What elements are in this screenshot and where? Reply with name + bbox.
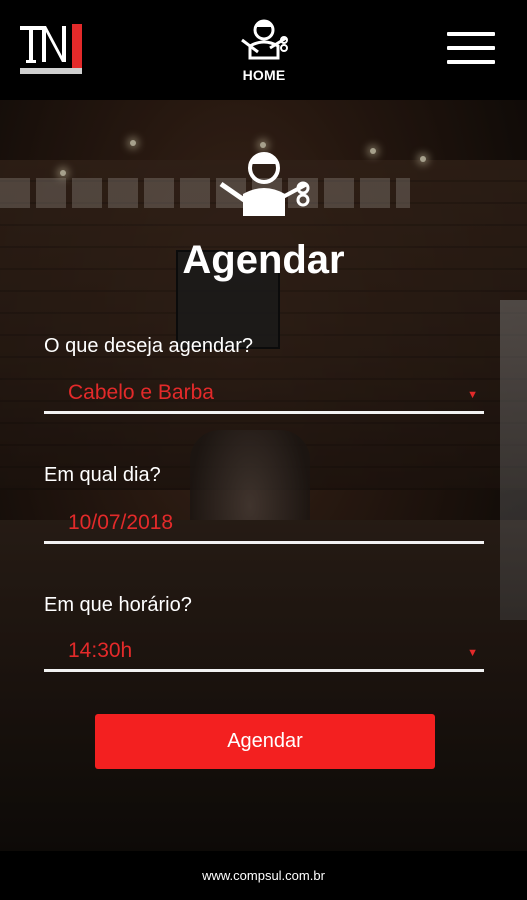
service-select[interactable]: Cabelo e Barba ▼ [44, 377, 484, 414]
home-button[interactable]: HOME [232, 18, 296, 88]
time-value: 14:30h [68, 639, 133, 662]
brand-logo[interactable] [18, 22, 84, 76]
time-label: Em que horário? [44, 594, 192, 616]
agendar-button[interactable]: Agendar [95, 714, 435, 769]
home-label: HOME [242, 67, 286, 83]
service-label: O que deseja agendar? [44, 335, 254, 357]
footer-url[interactable]: www.compsul.com.br [202, 868, 325, 883]
barber-icon [241, 19, 288, 60]
chevron-down-icon: ▼ [467, 647, 478, 659]
hamburger-menu-icon[interactable] [447, 32, 497, 66]
top-bar: HOME [0, 0, 527, 100]
chevron-down-icon: ▼ [467, 389, 478, 401]
date-value: 10/07/2018 [68, 511, 174, 534]
service-value: Cabelo e Barba [68, 381, 214, 404]
date-field[interactable]: 10/07/2018 [44, 507, 484, 544]
barber-icon [215, 148, 313, 218]
date-label: Em qual dia? [44, 464, 161, 486]
footer: www.compsul.com.br [0, 851, 527, 900]
time-select[interactable]: 14:30h ▼ [44, 635, 484, 672]
page-title: Agendar [182, 238, 345, 282]
